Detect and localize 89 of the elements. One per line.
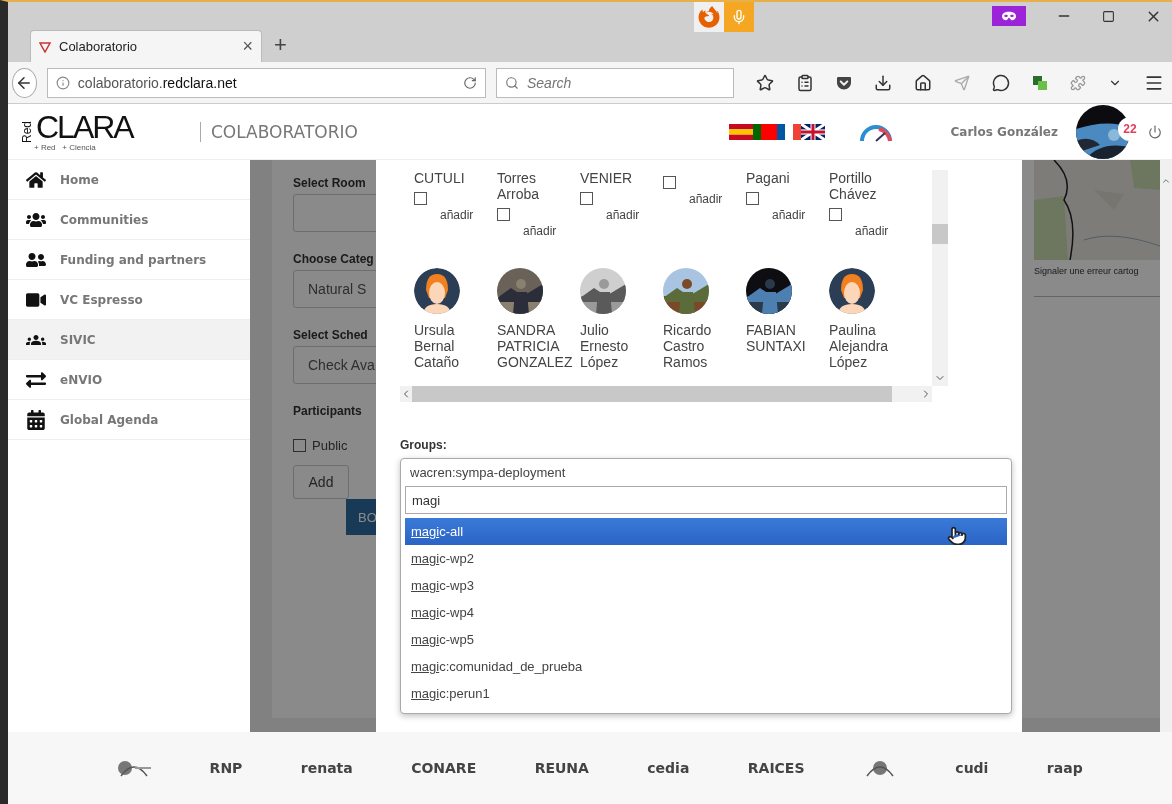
user-silhouette-icon [414,268,460,314]
site-favicon-icon [39,40,51,53]
member-checkbox[interactable] [580,192,593,205]
member-name: Torres Arroba [497,170,541,202]
member-name: Ursula Bernal Cataño [414,322,461,370]
reading-list-icon[interactable] [796,73,814,92]
search-field[interactable]: Search [525,73,725,92]
info-icon[interactable] [55,75,70,90]
field-label: Select Room [293,176,366,190]
field-label: Select Sched [293,328,368,342]
power-icon[interactable] [1148,124,1162,139]
flag-icon[interactable] [728,123,753,140]
bookmark-star-icon[interactable] [756,73,774,92]
extension-icon[interactable] [1032,74,1048,91]
submit-button[interactable]: BO [346,499,376,535]
browser-logo-icon[interactable] [698,6,720,28]
member-checkbox[interactable] [497,208,510,221]
flag-icon[interactable] [800,123,825,140]
add-label: añadir [689,192,723,206]
maximize-icon[interactable] [1102,9,1115,23]
partner-logo[interactable]: RAICES [747,760,805,776]
partner-logo[interactable]: REUNA [534,760,589,776]
member-name: Portillo Chávez [829,170,878,202]
home-icon [26,169,46,190]
browser-tab[interactable]: Colaboratorio × [30,30,262,62]
member-name: FABIAN SUNTAXI [746,322,807,354]
logo[interactable]: Red CLARA + Red + Ciencia [20,111,200,152]
member-checkbox[interactable] [414,192,427,205]
home-icon[interactable] [914,73,932,92]
add-label: añadir [440,208,474,222]
pocket-icon[interactable] [836,74,852,91]
groups-select[interactable]: wacren:sympa-deployment magi magic-all magic-wp2 magic-wp3 magic-wp4 magic-wp5 magic:comunidad_de_prueba magic:perun1 [400,458,1012,714]
app-title: COLABORATORIO [200,121,358,142]
dropdown-option[interactable]: magic-all [405,518,1007,545]
add-label: añadir [855,224,889,238]
checkbox-label: Public [312,438,348,453]
member-name: Paulina Alejandra López [829,322,890,370]
add-label: añadir [523,224,557,238]
back-button[interactable] [12,67,37,98]
partner-logo[interactable]: raap [1046,760,1083,776]
member-name: VENIER [580,170,634,186]
arrows-icon [26,369,46,390]
member-name: Ricardo Castro Ramos [663,322,713,370]
field-label: Choose Categ [293,252,374,266]
flag-icon[interactable] [752,123,777,140]
member-name: Julio Ernesto López [580,322,630,370]
partner-logo[interactable]: RNP [209,760,243,776]
vertical-scrollbar[interactable] [932,170,948,386]
member-checkbox[interactable] [829,208,842,221]
url-text: colaboratorio.redclara.net [77,74,238,91]
address-bar[interactable]: colaboratorio.redclara.net [46,67,486,98]
add-label: añadir [772,208,806,222]
add-label: añadir [606,208,640,222]
calendar-icon [26,409,46,430]
logo-text: CLARA [36,111,133,143]
partner-logo[interactable]: cedia [647,760,690,776]
member-checkbox[interactable] [746,192,759,205]
new-tab-button[interactable]: + [274,32,287,58]
scroll-up-icon[interactable] [1161,176,1171,186]
chat-bubble-icon[interactable] [992,73,1010,92]
user-silhouette-icon [829,268,875,314]
sidebar-item[interactable]: SIVIC [8,320,250,360]
close-tab-button[interactable]: × [242,36,253,57]
logo-tagline: + Red + Ciencia [34,143,97,152]
add-button[interactable]: Add [293,465,349,499]
user-name[interactable]: Carlos González [950,124,1058,139]
member-name: SANDRA PATRICIA GONZALEZ [497,322,574,370]
tab-title: Colaboratorio [59,39,139,54]
member-name: Pagani [746,170,791,186]
reload-icon[interactable] [463,75,477,90]
partner-logo[interactable]: cudi [955,760,989,776]
member-checkbox[interactable] [663,176,676,189]
search-bar[interactable]: Search [496,67,734,98]
member-name: CUTULI [414,170,466,186]
chosen-group[interactable]: wacren:sympa-deployment [405,463,1007,486]
puzzle-icon[interactable] [1070,74,1086,91]
groups-label: Groups: [400,438,448,452]
logo-text: Red [20,121,34,143]
public-checkbox[interactable] [293,439,306,452]
field-label: Participants [293,404,362,418]
private-mask-icon[interactable] [992,6,1026,26]
scrollbar-thumb[interactable] [932,224,948,244]
group-search-field[interactable]: magi [405,486,1007,514]
search-icon [505,75,519,90]
partner-logo[interactable]: renata [300,760,353,776]
download-icon[interactable] [874,73,892,92]
partner-logo[interactable]: CONARE [411,760,477,776]
flag-icon[interactable] [776,123,801,140]
hand-cursor-icon [947,526,967,546]
